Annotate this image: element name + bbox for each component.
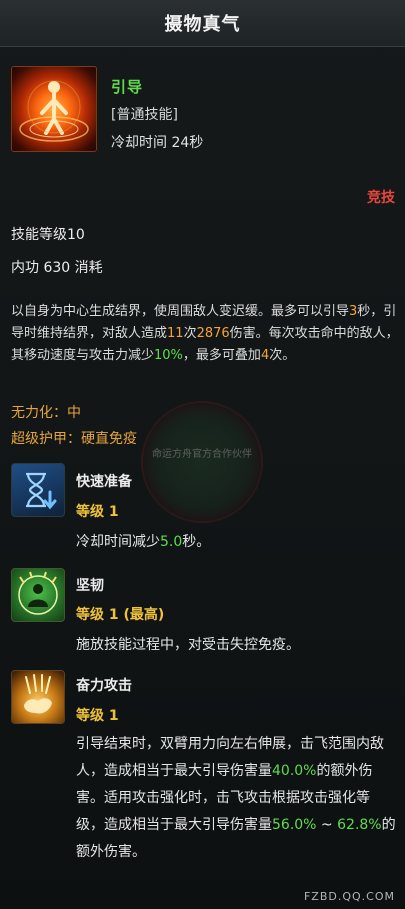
partner-watermark-seal: 命运方舟官方合作伙伴	[141, 401, 263, 523]
skill-level: 技能等级10	[11, 227, 85, 243]
skill-cost: 内功 630 消耗	[11, 260, 103, 276]
site-watermark: FZBD.QQ.COM	[303, 890, 395, 903]
skill-cooldown: 冷却时间 24秒	[111, 135, 204, 151]
skill-description: 以自身为中心生成结界，使周围敌人变迟缓。最多可以引导3秒，引导时维持结界，对敌人…	[11, 304, 399, 363]
tripod-desc-quick-prep: 冷却时间减少5.0秒。	[76, 534, 211, 550]
skill-tooltip-panel: 摄物真气 引导 [普通技能] 冷却时间 24秒 竞技 技能等级10 内功 630…	[0, 0, 405, 909]
tooltip-header: 摄物真气	[0, 0, 405, 47]
skill-category-name: 引导	[111, 78, 144, 96]
tripod-level-power-strike: 等级 1	[76, 708, 119, 724]
hourglass-icon	[11, 463, 65, 517]
tripod-name-resilience: 坚韧	[76, 578, 104, 594]
tripod-desc-power-strike: 引导结束时，双臂用力向左右伸展，击飞范围内敌人，造成相当于最大引导伤害量40.0…	[76, 736, 396, 860]
tripod-name-power-strike: 奋力攻击	[76, 678, 132, 694]
attribute-super-armor: 超级护甲：硬直免疫	[11, 431, 137, 447]
tripod-desc-resilience: 施放技能过程中，对受击失控免疫。	[76, 637, 300, 653]
power-hand-icon	[11, 670, 65, 724]
skill-title: 摄物真气	[164, 14, 241, 35]
tripod-level-resilience: 等级 1 (最高)	[76, 607, 165, 623]
tripod-name-quick-prep: 快速准备	[76, 474, 132, 490]
attribute-stagger: 无力化：中	[11, 405, 81, 421]
pvp-tag: 竞技	[367, 190, 395, 206]
resilience-figure-icon	[11, 568, 65, 622]
channeling-figure-icon	[11, 66, 97, 152]
tripod-level-quick-prep: 等级 1	[76, 504, 119, 520]
skill-type-label: [普通技能]	[111, 107, 178, 123]
